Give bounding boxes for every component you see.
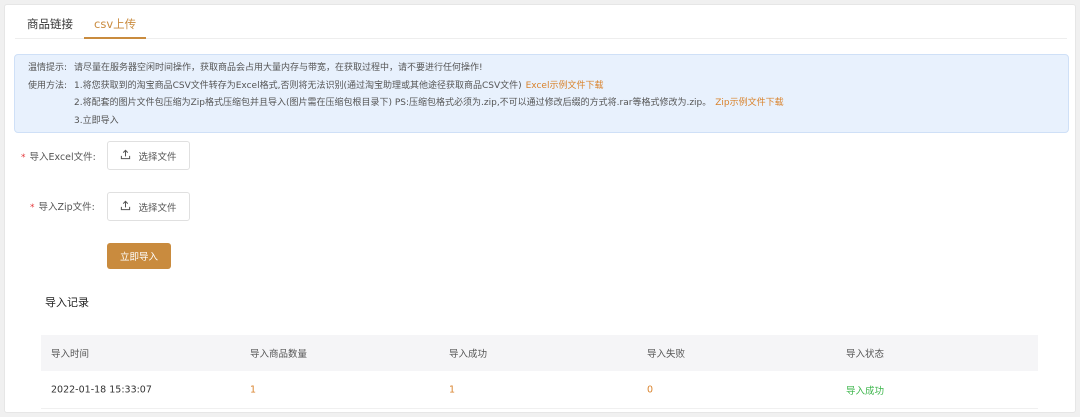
table-row: 2022-01-18 15:33:07 1 1 0 导入成功 [41, 371, 1038, 409]
tip-text: 请尽量在服务器空闲时间操作，获取商品会占用大量内存与带宽，在获取过程中，请不要进… [74, 63, 483, 73]
col-status: 导入状态 [846, 349, 885, 360]
zip-sample-download-link[interactable]: Zip示例文件下载 [715, 98, 783, 108]
tab-product-link[interactable]: 商品链接 [27, 16, 73, 39]
col-time: 导入时间 [51, 349, 90, 360]
choose-file-label: 选择文件 [138, 202, 177, 214]
excel-sample-download-link[interactable]: Excel示例文件下载 [526, 81, 604, 91]
records-title: 导入记录 [45, 296, 89, 309]
required-mark: * [21, 153, 26, 163]
usage-step-3: 3.立即导入 [74, 115, 119, 126]
cell-failed: 0 [647, 384, 654, 395]
cell-time: 2022-01-18 15:33:07 [51, 384, 152, 395]
records-table: 导入时间 导入商品数量 导入成功 导入失败 导入状态 2022-01-18 15… [41, 335, 1038, 409]
cell-status: 导入成功 [846, 385, 885, 397]
usage-label: 使用方法: [28, 80, 68, 91]
table-header: 导入时间 导入商品数量 导入成功 导入失败 导入状态 [41, 335, 1038, 371]
notice-box: 温情提示: 请尽量在服务器空闲时间操作，获取商品会占用大量内存与带宽，在获取过程… [14, 54, 1069, 133]
zip-field-label: * 导入Zip文件: [30, 202, 95, 213]
usage-step-1: 1.将您获取到的淘宝商品CSV文件转存为Excel格式,否则将无法识别(通过淘宝… [74, 80, 522, 91]
tab-bar: 商品链接 csv上传 [15, 5, 1067, 39]
usage-step-2: 2.将配套的图片文件包压缩为Zip格式压缩包并且导入(图片需在压缩包根目录下) … [74, 98, 712, 108]
required-mark: * [30, 203, 35, 213]
zip-choose-file-button[interactable]: 选择文件 [107, 192, 190, 221]
cell-success: 1 [449, 384, 456, 395]
col-failed: 导入失败 [647, 349, 686, 360]
upload-icon [120, 149, 131, 163]
col-count: 导入商品数量 [250, 349, 308, 360]
excel-choose-file-button[interactable]: 选择文件 [107, 141, 190, 170]
excel-field-label: * 导入Excel文件: [21, 152, 96, 163]
col-success: 导入成功 [449, 349, 488, 360]
import-now-button[interactable]: 立即导入 [107, 243, 171, 269]
tab-csv-upload[interactable]: csv上传 [83, 16, 147, 39]
page-frame: 商品链接 csv上传 温情提示: 请尽量在服务器空闲时间操作，获取商品会占用大量… [4, 4, 1076, 413]
upload-icon [120, 200, 131, 214]
choose-file-label: 选择文件 [138, 151, 177, 163]
tip-label: 温情提示: [28, 63, 68, 73]
cell-count: 1 [250, 384, 257, 395]
